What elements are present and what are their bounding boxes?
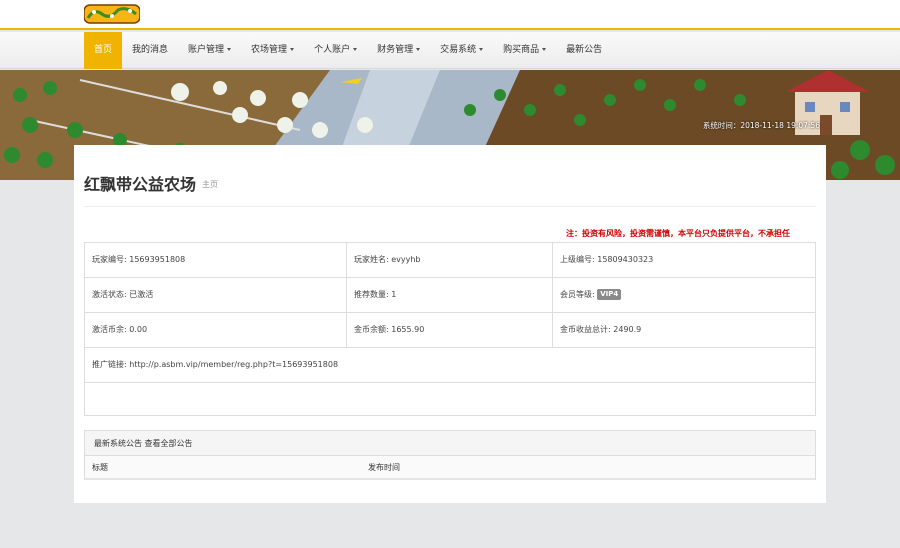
info-row: 激活币余: 0.00 金币余额: 1655.90 金币收益总计: 2490.9 (85, 313, 815, 348)
nav-label: 农场管理 (251, 45, 288, 55)
referral-link[interactable]: 推广链接: http://p.asbm.vip/member/reg.php?t… (85, 348, 338, 382)
main-navbar: 首页 我的消息 账户管理 农场管理 个人账户 财务管理 交易系统 购买商品 最新… (0, 32, 900, 69)
vip-badge: VIP4 (597, 289, 622, 300)
gold-coin-balance: 金币余额: 1655.90 (354, 325, 425, 334)
page-title: 红飘带公益农场 (84, 175, 197, 194)
caret-down-icon (353, 48, 358, 51)
activation-coin-balance: 激活币余: 0.00 (92, 325, 148, 334)
info-row: 激活状态: 已激活 推荐数量: 1 会员等级: VIP4 (85, 278, 815, 313)
column-title: 标题 (92, 463, 108, 472)
announcements-header: 最新系统公告 查看全部公告 (85, 431, 815, 456)
caret-down-icon (479, 48, 484, 51)
info-row: 推广链接: http://p.asbm.vip/member/reg.php?t… (85, 348, 815, 383)
nav-item-personal-account[interactable]: 个人账户 (304, 32, 367, 69)
nav-item-shop[interactable]: 购买商品 (493, 32, 556, 69)
caret-down-icon (416, 48, 421, 51)
nav-item-account-management[interactable]: 账户管理 (178, 32, 241, 69)
player-id: 玩家编号: 15693951808 (92, 255, 186, 264)
nav-label: 最新公告 (566, 45, 603, 55)
nav-label: 财务管理 (377, 45, 414, 55)
nav-item-announcements[interactable]: 最新公告 (556, 32, 612, 69)
info-row: 玩家编号: 15693951808 玩家姓名: evyyhb 上级编号: 158… (85, 243, 815, 278)
nav-item-messages[interactable]: 我的消息 (122, 32, 178, 69)
member-level: 会员等级: VIP4 (553, 278, 622, 312)
nav-label: 我的消息 (132, 45, 169, 55)
top-header (0, 0, 900, 30)
nav-label: 首页 (94, 45, 113, 55)
nav-label: 购买商品 (503, 45, 540, 55)
nav-label: 账户管理 (188, 45, 225, 55)
main-content-card: 红飘带公益农场 主页 注：投资有风险，投资需谨慎，本平台只负提供平台，不承担任 … (74, 145, 826, 503)
activation-status: 激活状态: 已激活 (92, 290, 154, 299)
caret-down-icon (290, 48, 295, 51)
caret-down-icon (542, 48, 547, 51)
player-info-table: 玩家编号: 15693951808 玩家姓名: evyyhb 上级编号: 158… (84, 242, 816, 416)
upline-id: 上级编号: 15809430323 (560, 255, 654, 264)
gold-coin-total-earnings: 金币收益总计: 2490.9 (560, 325, 642, 334)
referral-count: 推荐数量: 1 (354, 290, 397, 299)
announcements-table-header: 标题 发布时间 (85, 456, 815, 480)
title-divider (84, 206, 816, 207)
column-publish-time: 发布时间 (368, 463, 400, 472)
risk-notice: 注：投资有风险，投资需谨慎，本平台只负提供平台，不承担任 (566, 229, 790, 238)
caret-down-icon (227, 48, 232, 51)
nav-item-home[interactable]: 首页 (84, 32, 123, 69)
site-logo[interactable] (84, 4, 140, 24)
view-all-announcements-link[interactable]: 最新系统公告 查看全部公告 (94, 431, 193, 456)
announcements-panel: 最新系统公告 查看全部公告 标题 发布时间 (84, 430, 816, 480)
page-subtitle: 主页 (202, 180, 218, 189)
nav-label: 交易系统 (440, 45, 477, 55)
member-level-label: 会员等级: (560, 290, 595, 299)
nav-menu: 首页 我的消息 账户管理 农场管理 个人账户 财务管理 交易系统 购买商品 最新… (84, 32, 612, 69)
nav-item-finance[interactable]: 财务管理 (367, 32, 430, 69)
player-name: 玩家姓名: evyyhb (354, 255, 421, 264)
nav-item-trading[interactable]: 交易系统 (430, 32, 493, 69)
system-time: 系统时间：2018-11-18 19:07:56 (702, 121, 820, 130)
nav-item-farm-management[interactable]: 农场管理 (241, 32, 304, 69)
nav-label: 个人账户 (314, 45, 351, 55)
